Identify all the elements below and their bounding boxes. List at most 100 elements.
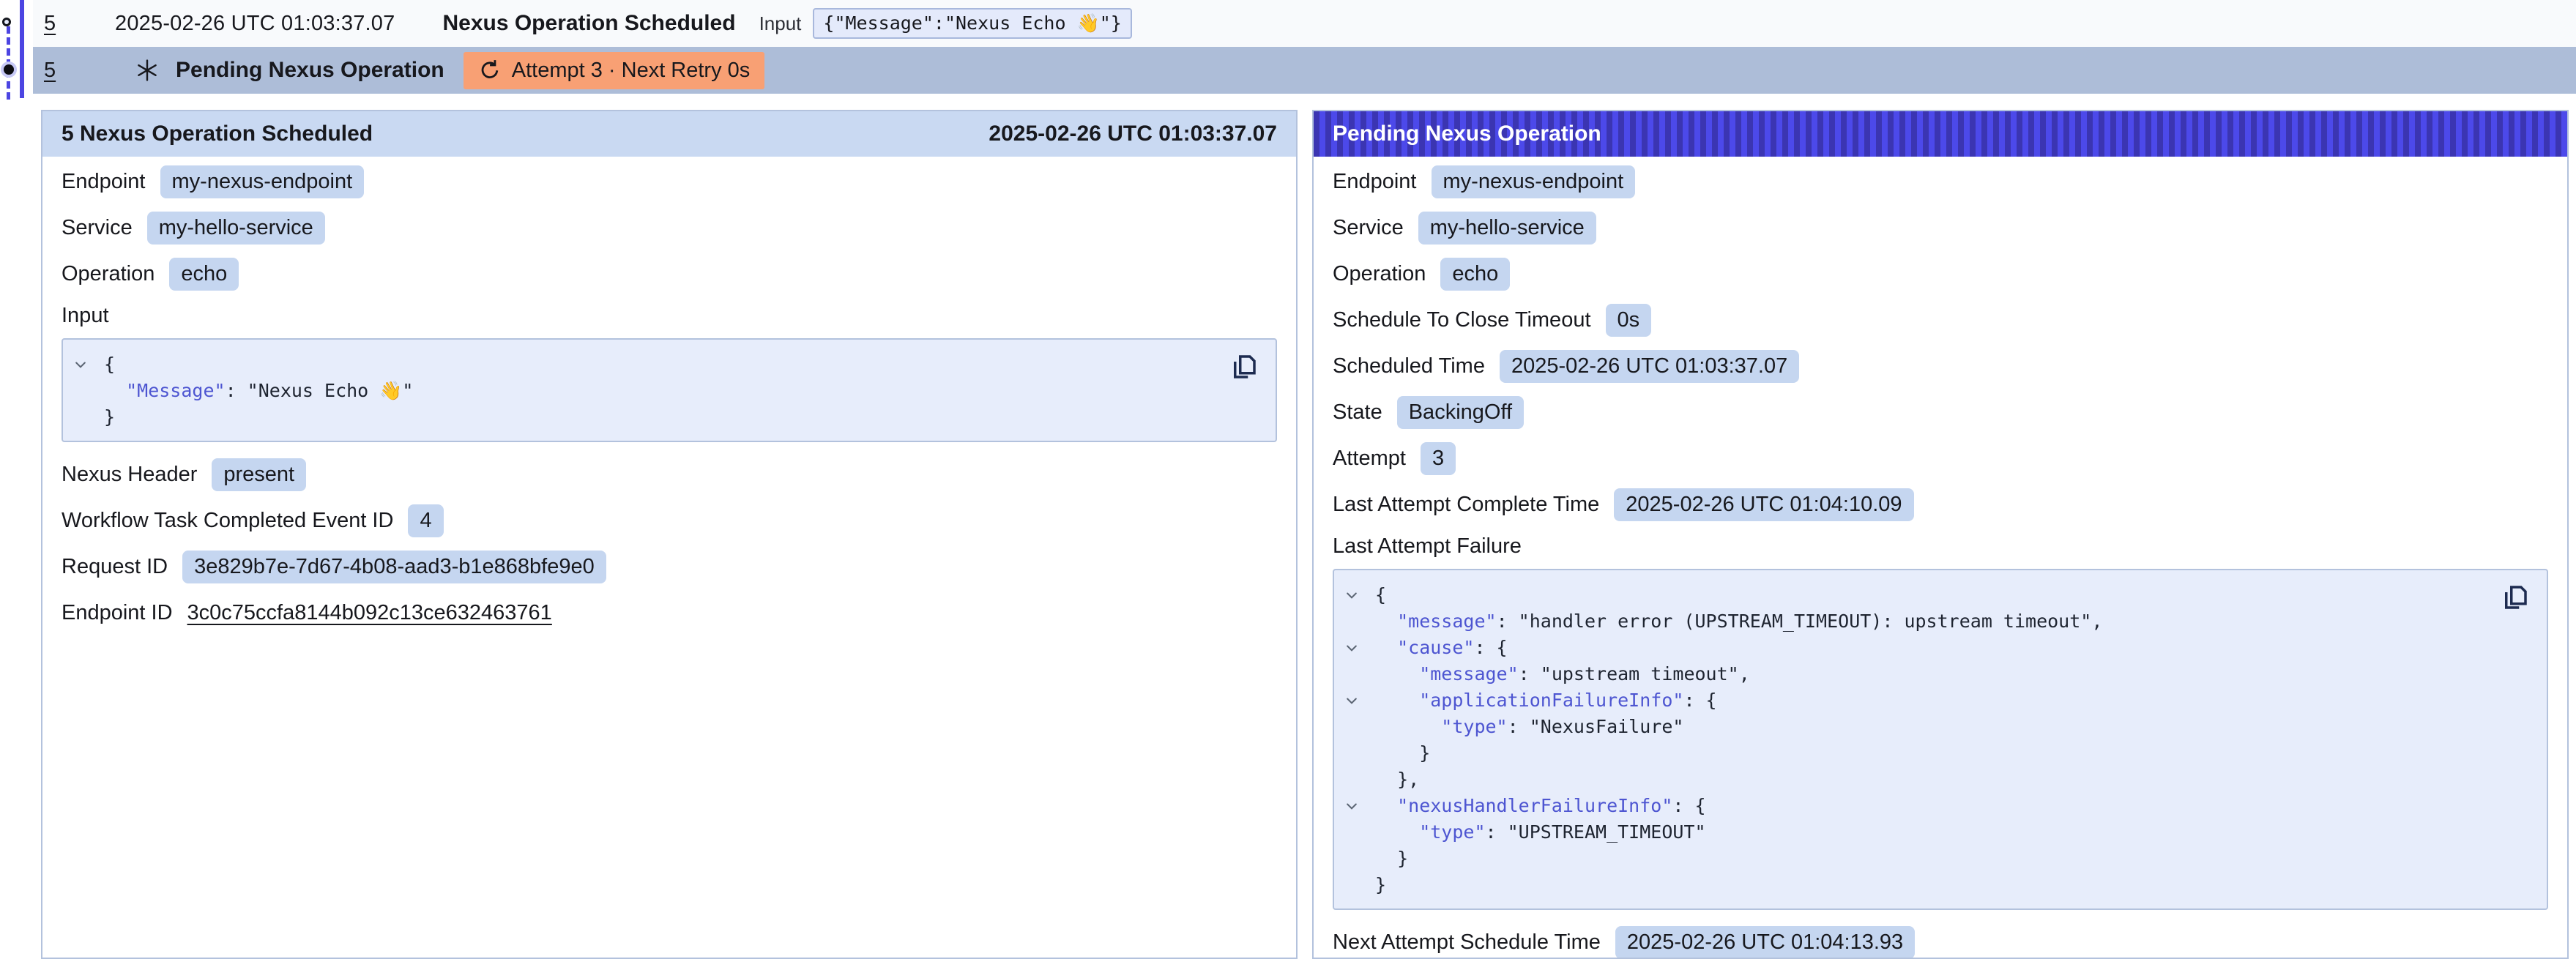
field-label: Next Attempt Schedule Time	[1333, 930, 1601, 955]
retry-attempt-badge: Attempt 3 · Next Retry 0s	[464, 52, 765, 89]
pending-operation-panel: Pending Nexus Operation Endpoint my-nexus…	[1312, 110, 2569, 959]
json-text: {	[1375, 584, 1386, 605]
json-text: : "handler error (UPSTREAM_TIMEOUT): ups…	[1497, 611, 2103, 632]
detail-field-operation: Operationecho	[1333, 258, 2548, 291]
pending-asterisk-icon	[135, 58, 160, 83]
field-label: Endpoint	[1333, 170, 1417, 194]
json-text: : "UPSTREAM_TIMEOUT"	[1486, 821, 1706, 843]
json-text: : "NexusFailure"	[1508, 716, 1684, 737]
json-text: : "Nexus Echo 👋"	[226, 380, 414, 401]
detail-field-operation: Operationecho	[62, 258, 1277, 291]
copy-icon[interactable]	[1229, 351, 1259, 382]
input-json-viewer: { "Message": "Nexus Echo 👋"}	[62, 338, 1277, 442]
json-line: "type": "NexusFailure"	[1344, 714, 2473, 740]
event-input-preview-chip: {"Message":"Nexus Echo 👋"}	[813, 8, 1131, 39]
chevron-down-icon[interactable]	[1344, 799, 1375, 813]
event-row-pending-nexus-operation[interactable]: 5 Pending Nexus Operation Attempt 3 · Ne…	[33, 47, 2576, 94]
json-line-text: "applicationFailureInfo": {	[1375, 687, 1717, 714]
json-line-text: "nexusHandlerFailureInfo": {	[1375, 793, 1706, 819]
json-line-text: },	[1375, 766, 1419, 793]
json-line: "applicationFailureInfo": {	[1344, 687, 2473, 714]
detail-field-request-id: Request ID 3e829b7e-7d67-4b08-aad3-b1e868…	[62, 551, 1277, 583]
field-label: Service	[62, 216, 133, 240]
json-line: "cause": {	[1344, 635, 2473, 661]
field-value-badge: my-nexus-endpoint	[1432, 165, 1636, 198]
active-event-indicator-bar	[20, 0, 24, 98]
detail-field-last-attempt-complete-time: Last Attempt Complete Time2025-02-26 UTC…	[1333, 488, 2548, 521]
detail-field-service: Servicemy-hello-service	[1333, 212, 2548, 245]
chevron-down-icon[interactable]	[1344, 641, 1375, 655]
json-line-text: "message": "upstream timeout",	[1375, 661, 1750, 687]
field-value-badge: 2025-02-26 UTC 01:04:13.93	[1615, 926, 1915, 959]
field-value-badge: 0s	[1606, 304, 1652, 337]
chevron-down-icon[interactable]	[1344, 588, 1375, 602]
field-value-badge: 3	[1421, 442, 1456, 475]
json-line: {	[73, 351, 1202, 378]
json-line: "message": "handler error (UPSTREAM_TIME…	[1344, 608, 2473, 635]
chevron-down-icon[interactable]	[1344, 693, 1375, 708]
field-value-badge: 3e829b7e-7d67-4b08-aad3-b1e868bfe9e0	[182, 551, 606, 583]
scheduled-event-detail-panel: 5 Nexus Operation Scheduled 2025-02-26 U…	[41, 110, 1298, 959]
retry-icon	[478, 59, 502, 82]
scheduled-panel-timestamp: 2025-02-26 UTC 01:03:37.07	[989, 122, 1277, 146]
json-key: "nexusHandlerFailureInfo"	[1397, 795, 1672, 816]
detail-panels: 5 Nexus Operation Scheduled 2025-02-26 U…	[41, 110, 2569, 959]
json-line: }	[1344, 872, 2473, 898]
detail-field-scheduled-time: Scheduled Time2025-02-26 UTC 01:03:37.07	[1333, 350, 2548, 383]
detail-field-endpoint: Endpointmy-nexus-endpoint	[62, 165, 1277, 198]
json-line-text: "cause": {	[1375, 635, 1508, 661]
event-history-screen: 5 2025-02-26 UTC 01:03:37.07 Nexus Opera…	[0, 0, 2576, 956]
field-label: Request ID	[62, 555, 168, 579]
json-text: {	[104, 354, 115, 375]
json-text: }	[1375, 874, 1386, 895]
json-key: "applicationFailureInfo"	[1419, 690, 1683, 711]
json-line-text: }	[104, 404, 115, 430]
pending-panel-title: Pending Nexus Operation	[1333, 122, 1601, 146]
json-line-text: }	[1375, 846, 1408, 872]
pending-event-id-link[interactable]: 5	[44, 59, 81, 83]
scheduled-panel-header: 5 Nexus Operation Scheduled 2025-02-26 U…	[42, 111, 1296, 157]
json-text: : "upstream timeout",	[1519, 663, 1750, 684]
json-line-text: }	[1375, 740, 1430, 766]
detail-field-attempt: Attempt3	[1333, 442, 2548, 475]
json-line: "type": "UPSTREAM_TIMEOUT"	[1344, 819, 2473, 846]
json-line: {	[1344, 582, 2473, 608]
detail-field-state: State BackingOff	[1333, 396, 2548, 429]
pending-panel-header: Pending Nexus Operation	[1314, 111, 2567, 157]
field-value-badge: my-hello-service	[147, 212, 325, 245]
json-key: "message"	[1419, 663, 1518, 684]
json-key: "type"	[1441, 716, 1507, 737]
json-line: "message": "upstream timeout",	[1344, 661, 2473, 687]
copy-icon[interactable]	[2500, 582, 2531, 613]
json-text: : {	[1474, 637, 1507, 658]
field-value-badge: echo	[1440, 258, 1510, 291]
field-label: Scheduled Time	[1333, 354, 1485, 378]
scheduled-panel-title: 5 Nexus Operation Scheduled	[62, 122, 373, 146]
json-key: "cause"	[1397, 637, 1474, 658]
field-label: Workflow Task Completed Event ID	[62, 509, 393, 533]
json-line: }	[73, 404, 1202, 430]
failure-json-label: Last Attempt Failure	[1333, 534, 2548, 559]
json-line: }	[1344, 846, 2473, 872]
field-value-badge: echo	[169, 258, 239, 291]
field-value-link[interactable]: 3c0c75ccfa8144b092c13ce632463761	[187, 601, 552, 625]
json-line-text: }	[1375, 872, 1386, 898]
json-key: "type"	[1419, 821, 1485, 843]
json-line-text: "message": "handler error (UPSTREAM_TIME…	[1375, 608, 2102, 635]
event-id-link[interactable]: 5	[44, 12, 81, 36]
field-label: State	[1333, 400, 1382, 425]
json-key: "message"	[1397, 611, 1496, 632]
field-label: Schedule To Close Timeout	[1333, 308, 1591, 332]
detail-field-workflow-task-completed-event-id: Workflow Task Completed Event ID 4	[62, 504, 1277, 537]
field-label: Service	[1333, 216, 1404, 240]
detail-field-endpoint-id: Endpoint ID3c0c75ccfa8144b092c13ce632463…	[62, 597, 1277, 629]
chevron-down-icon[interactable]	[73, 357, 104, 372]
pending-panel-body: Endpoint my-nexus-endpoint Servicemy-hello…	[1314, 157, 2567, 959]
scheduled-panel-body: Endpointmy-nexus-endpoint Service my-hello…	[42, 157, 1296, 661]
field-value-badge: 2025-02-26 UTC 01:04:10.09	[1614, 488, 1913, 521]
field-value-badge: 4	[408, 504, 443, 537]
event-row-nexus-operation-scheduled[interactable]: 5 2025-02-26 UTC 01:03:37.07 Nexus Opera…	[33, 0, 2576, 47]
json-key: "Message"	[126, 380, 225, 401]
field-label: Endpoint	[62, 170, 146, 194]
field-value-badge: BackingOff	[1397, 396, 1524, 429]
